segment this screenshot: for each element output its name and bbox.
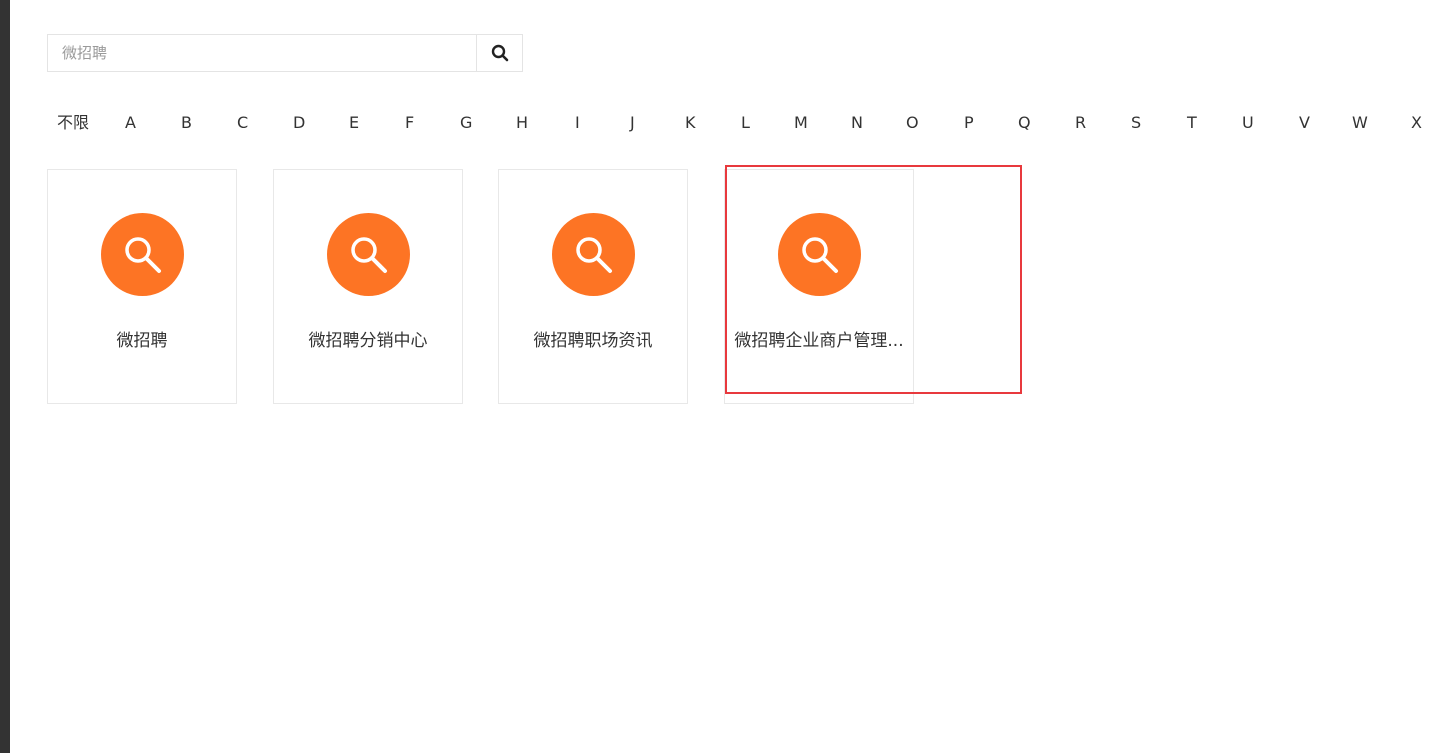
app-card[interactable]: 微招聘分销中心 bbox=[273, 169, 463, 404]
letter-filter-item[interactable]: B bbox=[181, 110, 192, 136]
magnifier-icon bbox=[327, 213, 410, 296]
letter-filter-item[interactable]: E bbox=[349, 110, 359, 136]
app-card[interactable]: 微招聘企业商户管理... bbox=[724, 169, 914, 404]
search-icon bbox=[491, 44, 508, 62]
letter-filter-item[interactable]: D bbox=[293, 110, 305, 136]
app-card-label: 微招聘分销中心 bbox=[308, 331, 428, 351]
letter-filter-bar: 不限 A B C D E F G H I J K L M N O P Q R S… bbox=[47, 110, 1441, 136]
left-edge-bar bbox=[0, 0, 10, 753]
search-input[interactable] bbox=[48, 35, 476, 71]
app-card[interactable]: 微招聘职场资讯 bbox=[498, 169, 688, 404]
letter-filter-item[interactable]: J bbox=[630, 110, 635, 136]
app-card-label: 微招聘职场资讯 bbox=[533, 331, 653, 351]
letter-filter-item[interactable]: A bbox=[125, 110, 136, 136]
letter-filter-item[interactable]: H bbox=[516, 110, 528, 136]
app-card-label: 微招聘 bbox=[116, 331, 168, 351]
letter-filter-item[interactable]: W bbox=[1352, 110, 1368, 136]
search-bar bbox=[47, 34, 523, 72]
letter-filter-item[interactable]: P bbox=[964, 110, 974, 136]
letter-filter-item[interactable]: F bbox=[405, 110, 414, 136]
magnifier-icon bbox=[101, 213, 184, 296]
letter-filter-item[interactable]: V bbox=[1299, 110, 1310, 136]
app-card-label: 微招聘企业商户管理... bbox=[734, 331, 904, 351]
letter-filter-item[interactable]: S bbox=[1131, 110, 1141, 136]
magnifier-icon bbox=[778, 213, 861, 296]
letter-filter-item[interactable]: M bbox=[794, 110, 808, 136]
letter-filter-item[interactable]: R bbox=[1075, 110, 1086, 136]
letter-filter-item[interactable]: K bbox=[685, 110, 696, 136]
letter-filter-item[interactable]: I bbox=[575, 110, 580, 136]
letter-filter-item[interactable]: X bbox=[1411, 110, 1422, 136]
letter-filter-item[interactable]: C bbox=[237, 110, 248, 136]
letter-filter-item[interactable]: T bbox=[1187, 110, 1197, 136]
magnifier-icon bbox=[552, 213, 635, 296]
letter-filter-item[interactable]: O bbox=[906, 110, 919, 136]
letter-filter-all[interactable]: 不限 bbox=[57, 110, 89, 136]
search-button[interactable] bbox=[476, 35, 522, 71]
app-card[interactable]: 微招聘 bbox=[47, 169, 237, 404]
letter-filter-item[interactable]: L bbox=[741, 110, 750, 136]
letter-filter-item[interactable]: Q bbox=[1018, 110, 1031, 136]
letter-filter-item[interactable]: N bbox=[851, 110, 863, 136]
letter-filter-item[interactable]: U bbox=[1242, 110, 1254, 136]
letter-filter-item[interactable]: G bbox=[460, 110, 472, 136]
